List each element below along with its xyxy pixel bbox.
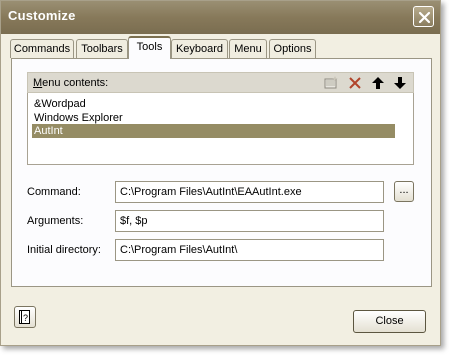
list-item-label: &Wordpad (34, 98, 86, 110)
tab-tools[interactable]: Tools (128, 36, 171, 59)
initial-directory-field[interactable]: C:\Program Files\AutInt\ (115, 239, 384, 261)
browse-button[interactable]: ... (394, 181, 414, 202)
tab-commands[interactable]: Commands (10, 39, 74, 58)
tab-keyboard[interactable]: Keyboard (171, 39, 228, 58)
help-icon: ? (19, 310, 30, 324)
tab-label: Tools (136, 41, 163, 53)
menu-contents-list[interactable]: &Wordpad Windows Explorer AutInt (27, 93, 414, 165)
list-item-autint[interactable]: AutInt (32, 124, 395, 138)
tab-label: Options (273, 43, 312, 55)
list-item-label: AutInt (34, 125, 63, 137)
move-down-icon[interactable] (393, 76, 407, 90)
tab-label: Keyboard (175, 43, 224, 55)
tab-label: Menu (234, 43, 262, 55)
delete-icon[interactable] (348, 76, 362, 90)
svg-text:?: ? (23, 313, 28, 323)
window-title: Customize (8, 8, 76, 23)
initial-directory-label: Initial directory: (27, 244, 101, 256)
command-label: Command: (27, 186, 81, 198)
tab-label: Commands (13, 43, 71, 55)
arguments-field[interactable]: $f, $p (115, 210, 384, 232)
menu-contents-header: Menu contents: (27, 72, 414, 93)
list-item-wordpad[interactable]: &Wordpad (32, 97, 395, 111)
new-item-icon[interactable] (324, 76, 338, 90)
close-icon (418, 11, 431, 24)
title-bar[interactable]: Customize (1, 1, 440, 34)
tab-label: Toolbars (81, 43, 123, 55)
arguments-label: Arguments: (27, 215, 84, 227)
close-window-button[interactable] (413, 6, 434, 27)
list-item-windows-explorer[interactable]: Windows Explorer (32, 111, 395, 125)
help-button[interactable]: ? (14, 306, 36, 328)
menu-contents-label: Menu contents: (33, 77, 109, 89)
tab-toolbars[interactable]: Toolbars (76, 39, 128, 58)
move-up-icon[interactable] (371, 76, 385, 90)
close-button[interactable]: Close (353, 310, 426, 333)
list-item-label: Windows Explorer (34, 112, 123, 124)
command-field[interactable]: C:\Program Files\AutInt\EAAutInt.exe (115, 181, 384, 203)
tab-menu[interactable]: Menu (229, 39, 267, 58)
customize-dialog: Customize Commands Toolbars Tools Keyboa… (0, 0, 441, 346)
tab-options[interactable]: Options (269, 39, 316, 58)
